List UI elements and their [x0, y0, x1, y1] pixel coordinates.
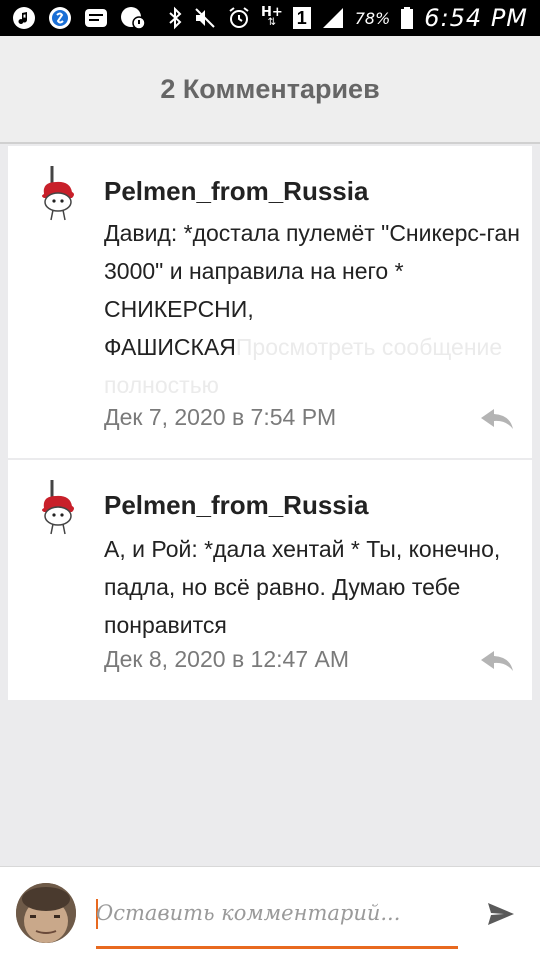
comments-header: 2 Комментариев	[0, 36, 540, 144]
network-icon: H+ ⇅	[260, 5, 283, 28]
bluetooth-icon	[167, 6, 183, 30]
user-photo-icon	[16, 883, 76, 943]
shazam-icon	[48, 6, 72, 30]
pelmen-avatar-icon	[42, 480, 74, 535]
comment-input[interactable]: Оставить комментарий...	[96, 893, 458, 949]
music-icon	[12, 6, 36, 30]
battery-percent: 78%	[354, 8, 391, 28]
alarm-icon	[227, 6, 251, 30]
comment-input-placeholder: Оставить комментарий...	[96, 901, 401, 925]
comment-card: Pelmen_from_Russia А, и Рой: *дала хента…	[8, 460, 532, 700]
comment-text: Давид: *достала пулемёт "Сникерс-ган 300…	[104, 214, 524, 404]
author-avatar[interactable]	[36, 164, 82, 224]
comment-card: Pelmen_from_Russia Давид: *достала пулем…	[8, 146, 532, 458]
clock: 6:54 PM	[424, 4, 528, 32]
mute-icon	[193, 6, 217, 30]
comment-author[interactable]: Pelmen_from_Russia	[104, 490, 368, 521]
page-title: 2 Комментариев	[160, 73, 380, 104]
author-avatar[interactable]	[36, 478, 82, 538]
comment-date: Дек 8, 2020 в 12:47 AM	[104, 646, 350, 672]
messages-icon	[84, 7, 108, 29]
status-bar: H+ ⇅ 1 78% 6:54 PM	[0, 0, 540, 36]
battery-icon	[400, 6, 414, 30]
comment-composer: Оставить комментарий...	[0, 866, 540, 960]
comment-text: А, и Рой: *дала хентай * Ты, конечно, па…	[104, 536, 501, 638]
send-icon[interactable]	[486, 899, 516, 929]
comment-author[interactable]: Pelmen_from_Russia	[104, 176, 368, 207]
hangouts-icon	[120, 6, 146, 30]
signal-icon	[321, 7, 345, 29]
sim-slot-badge: 1	[292, 7, 311, 29]
reply-icon[interactable]	[480, 408, 514, 430]
reply-icon[interactable]	[480, 650, 514, 672]
comment-date: Дек 7, 2020 в 7:54 PM	[104, 404, 337, 430]
pelmen-avatar-icon	[42, 166, 74, 221]
user-avatar[interactable]	[16, 883, 76, 943]
